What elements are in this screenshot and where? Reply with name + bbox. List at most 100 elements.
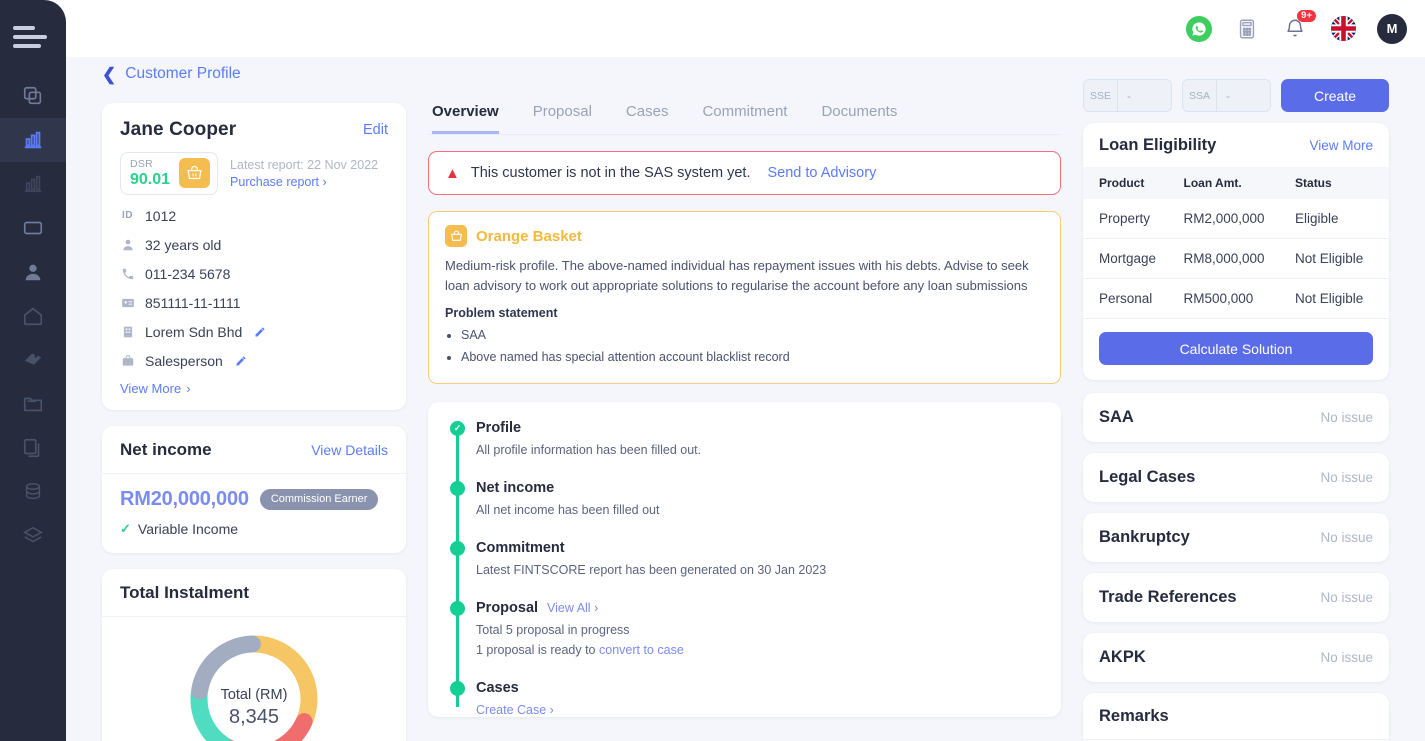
right-column: SSE - SSA - Create Loan Eligibility View…: [1083, 71, 1389, 741]
tab-cases[interactable]: Cases: [626, 103, 669, 134]
purchase-report-label: Purchase report: [230, 174, 319, 189]
loan-eligibility-card: Loan Eligibility View More Product Loan …: [1083, 123, 1389, 380]
timeline-title: Net income: [476, 479, 555, 496]
breadcrumb[interactable]: ❮ Customer Profile: [102, 65, 241, 83]
timeline-item-net-income: Net income All net income has been fille…: [450, 479, 1039, 517]
status-card-akpk[interactable]: AKPK No issue: [1083, 633, 1389, 682]
sidebar-item-coins[interactable]: [0, 470, 66, 514]
commission-earner-badge: Commission Earner: [259, 488, 379, 510]
timeline-item-proposal: Proposal View All › Total 5 proposal in …: [450, 600, 1039, 657]
net-income-body: RM20,000,000 Commission Earner ✓ Variabl…: [102, 474, 406, 553]
problem-item: Above named has special attention accoun…: [461, 347, 1044, 368]
net-income-card: Net income View Details RM20,000,000 Com…: [102, 425, 406, 553]
chevron-right-icon: ›: [546, 702, 554, 717]
sidebar-item-customers[interactable]: [0, 250, 66, 294]
sse-label: SSE: [1084, 80, 1118, 111]
status-card-legal-cases[interactable]: Legal Cases No issue: [1083, 453, 1389, 502]
view-more-label: View More: [120, 380, 182, 396]
avatar[interactable]: M: [1377, 13, 1407, 44]
status-card-bankruptcy[interactable]: Bankruptcy No issue: [1083, 513, 1389, 562]
timeline-title: Cases: [476, 679, 519, 696]
profile-card: Jane Cooper Edit DSR 90.01 Latest report…: [102, 103, 406, 410]
table-row: Mortgage RM8,000,000 Not Eligible: [1083, 238, 1389, 279]
sidebar-item-layers[interactable]: [0, 514, 66, 558]
status-card-saa[interactable]: SAA No issue: [1083, 393, 1389, 442]
total-instalment-title: Total Instalment: [102, 569, 406, 617]
notifications-button[interactable]: 9+: [1281, 9, 1316, 43]
table-header-row: Product Loan Amt. Status: [1083, 167, 1389, 199]
ssa-value: -: [1217, 80, 1270, 111]
timeline-item-cases: Cases Create Case ›: [450, 679, 1039, 717]
orange-basket-title: Orange Basket: [476, 227, 582, 245]
edit-profile-button[interactable]: Edit: [363, 122, 388, 138]
breadcrumb-label: Customer Profile: [125, 65, 241, 82]
tab-overview[interactable]: Overview: [432, 103, 499, 134]
cell-product: Property: [1083, 199, 1184, 239]
calculator-button[interactable]: [1233, 15, 1261, 43]
table-head: Product Loan Amt. Status: [1083, 167, 1389, 199]
id-label-icon: ID: [122, 210, 133, 222]
tab-commitment[interactable]: Commitment: [702, 103, 787, 134]
status-card-trade-references[interactable]: Trade References No issue: [1083, 573, 1389, 622]
detail-value: Salesperson: [145, 352, 223, 369]
sidebar-item-home[interactable]: [0, 294, 66, 338]
sas-alert-banner: ▲ This customer is not in the SAS system…: [428, 151, 1061, 195]
remarks-card: Remarks This user don't have any remark …: [1083, 693, 1389, 741]
profile-view-more-link[interactable]: View More ›: [120, 381, 388, 396]
calculate-solution-button[interactable]: Calculate Solution: [1099, 332, 1373, 365]
dsr-text: DSR 90.01: [130, 158, 170, 189]
menu-toggle-icon[interactable]: [13, 22, 53, 52]
user-icon: [25, 264, 41, 281]
sidebar-item-reports[interactable]: [0, 162, 66, 206]
detail-value: 32 years old: [145, 236, 222, 253]
timeline-desc: All net income has been filled out: [476, 502, 660, 517]
proposal-ready-text: 1 proposal is ready to: [476, 642, 599, 657]
net-income-view-details-link[interactable]: View Details: [311, 442, 388, 458]
sse-field[interactable]: SSE -: [1083, 79, 1172, 112]
timeline-dot: [450, 600, 465, 616]
sidebar-item-analytics[interactable]: [0, 118, 66, 162]
language-button[interactable]: [1329, 15, 1357, 43]
timeline-desc-2: 1 proposal is ready to convert to case: [476, 643, 1039, 657]
notification-badge: 9+: [1297, 9, 1316, 23]
top-bar: 9+ M: [66, 0, 1425, 57]
purchase-report-link[interactable]: Purchase report ›: [230, 175, 378, 189]
sidebar-item-copy[interactable]: [0, 74, 66, 118]
column-status: Status: [1295, 167, 1389, 199]
timeline-title: Commitment: [476, 539, 565, 556]
timeline-item-commitment: Commitment Latest FINTSCORE report has b…: [450, 539, 1039, 577]
problem-item: SAA: [461, 325, 1044, 346]
edit-company-icon[interactable]: [254, 326, 266, 338]
tab-documents[interactable]: Documents: [821, 103, 897, 134]
status-value: No issue: [1320, 530, 1373, 545]
basket-button[interactable]: [179, 158, 211, 189]
whatsapp-button[interactable]: [1185, 15, 1213, 43]
briefcase-icon: [120, 354, 135, 368]
sidebar-item-folder[interactable]: [0, 382, 66, 426]
burger-line: [13, 35, 47, 39]
detail-id: ID 1012: [120, 208, 388, 224]
loan-eligibility-view-more-link[interactable]: View More: [1309, 138, 1373, 153]
status-value: No issue: [1320, 470, 1373, 485]
timeline-title: Profile: [476, 419, 522, 436]
create-case-link[interactable]: Create Case ›: [476, 703, 1039, 717]
timeline-dot-checked: ✓: [450, 420, 465, 436]
edit-occupation-icon[interactable]: [235, 355, 247, 367]
loan-eligibility-table: Product Loan Amt. Status Property RM2,00…: [1083, 167, 1389, 319]
proposal-view-all-link[interactable]: View All ›: [547, 601, 598, 615]
sidebar-item-documents[interactable]: [0, 426, 66, 470]
ssa-field[interactable]: SSA -: [1182, 79, 1271, 112]
send-to-advisory-link[interactable]: Send to Advisory: [768, 165, 877, 181]
convert-to-case-link[interactable]: convert to case: [599, 643, 684, 657]
view-all-label: View All: [547, 600, 591, 615]
timeline-title-row: Proposal View All ›: [476, 600, 1039, 616]
layers-icon: [23, 526, 43, 543]
sidebar-item-window[interactable]: [0, 206, 66, 250]
column-loan-amount: Loan Amt.: [1183, 167, 1296, 199]
basket-icon: [187, 165, 202, 179]
sidebar-item-tags[interactable]: [0, 338, 66, 382]
calculator-icon: [1239, 19, 1255, 38]
tab-proposal[interactable]: Proposal: [533, 103, 592, 134]
net-income-amount: RM20,000,000: [120, 487, 249, 510]
create-button[interactable]: Create: [1281, 79, 1389, 112]
